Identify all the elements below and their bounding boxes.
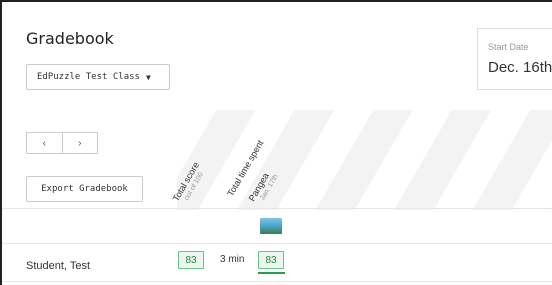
video-thumbnail[interactable] (260, 218, 282, 234)
class-select[interactable]: EdPuzzle Test Class ▼ (26, 64, 170, 90)
gradebook-panel: Gradebook EdPuzzle Test Class ▼ Start Da… (0, 0, 552, 285)
chevron-down-icon: ▼ (145, 72, 151, 82)
column-pager: ‹ › (26, 132, 98, 154)
next-page-button[interactable]: › (63, 133, 98, 153)
start-date-picker[interactable]: Start Date Dec. 16th (477, 28, 552, 90)
page-title: Gradebook (26, 29, 114, 48)
start-date-value: Dec. 16th (488, 59, 552, 76)
divider (2, 208, 552, 209)
export-gradebook-button[interactable]: Export Gradebook (26, 176, 143, 202)
pangea-score-badge[interactable]: 83 (258, 251, 284, 269)
score-underline (258, 272, 285, 274)
divider (2, 243, 552, 244)
previous-page-button[interactable]: ‹ (27, 133, 63, 153)
total-score-badge: 83 (178, 251, 204, 269)
class-select-value: EdPuzzle Test Class (37, 72, 140, 82)
start-date-label: Start Date (488, 42, 529, 52)
time-spent: 3 min (220, 254, 245, 265)
divider (2, 281, 552, 282)
student-name[interactable]: Student, Test (26, 260, 90, 272)
